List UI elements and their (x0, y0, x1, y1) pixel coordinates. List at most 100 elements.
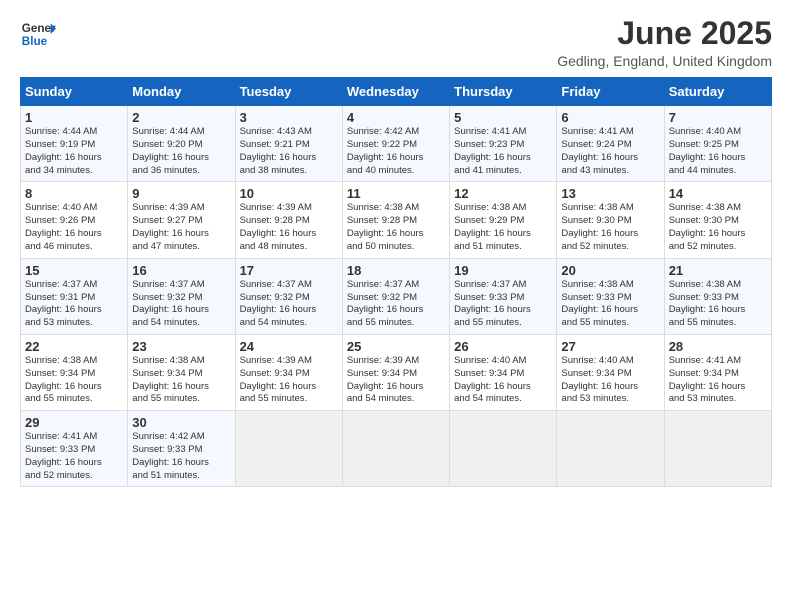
day-info: Sunrise: 4:37 AM Sunset: 9:33 PM Dayligh… (454, 279, 552, 330)
day-info: Sunrise: 4:41 AM Sunset: 9:24 PM Dayligh… (561, 126, 659, 177)
calendar-day-cell (557, 411, 664, 487)
day-number: 10 (240, 186, 338, 201)
day-number: 22 (25, 339, 123, 354)
calendar-day-cell: 10Sunrise: 4:39 AM Sunset: 9:28 PM Dayli… (235, 182, 342, 258)
calendar-day-cell: 19Sunrise: 4:37 AM Sunset: 9:33 PM Dayli… (450, 258, 557, 334)
month-title: June 2025 (557, 16, 772, 51)
title-block: June 2025 Gedling, England, United Kingd… (557, 16, 772, 69)
calendar-day-cell: 7Sunrise: 4:40 AM Sunset: 9:25 PM Daylig… (664, 106, 771, 182)
weekday-header: Thursday (450, 78, 557, 106)
calendar-day-cell: 26Sunrise: 4:40 AM Sunset: 9:34 PM Dayli… (450, 334, 557, 410)
day-number: 29 (25, 415, 123, 430)
calendar-day-cell: 9Sunrise: 4:39 AM Sunset: 9:27 PM Daylig… (128, 182, 235, 258)
weekday-header: Sunday (21, 78, 128, 106)
day-info: Sunrise: 4:38 AM Sunset: 9:28 PM Dayligh… (347, 202, 445, 253)
calendar-day-cell (235, 411, 342, 487)
day-number: 8 (25, 186, 123, 201)
page-container: General Blue June 2025 Gedling, England,… (0, 0, 792, 497)
calendar-day-cell: 27Sunrise: 4:40 AM Sunset: 9:34 PM Dayli… (557, 334, 664, 410)
calendar-day-cell: 20Sunrise: 4:38 AM Sunset: 9:33 PM Dayli… (557, 258, 664, 334)
calendar-day-cell: 16Sunrise: 4:37 AM Sunset: 9:32 PM Dayli… (128, 258, 235, 334)
calendar-day-cell: 14Sunrise: 4:38 AM Sunset: 9:30 PM Dayli… (664, 182, 771, 258)
day-info: Sunrise: 4:37 AM Sunset: 9:32 PM Dayligh… (132, 279, 230, 330)
day-number: 1 (25, 110, 123, 125)
calendar-week-row: 29Sunrise: 4:41 AM Sunset: 9:33 PM Dayli… (21, 411, 772, 487)
day-number: 30 (132, 415, 230, 430)
calendar-day-cell: 28Sunrise: 4:41 AM Sunset: 9:34 PM Dayli… (664, 334, 771, 410)
calendar-day-cell: 2Sunrise: 4:44 AM Sunset: 9:20 PM Daylig… (128, 106, 235, 182)
day-number: 16 (132, 263, 230, 278)
day-info: Sunrise: 4:39 AM Sunset: 9:34 PM Dayligh… (240, 355, 338, 406)
calendar-day-cell: 3Sunrise: 4:43 AM Sunset: 9:21 PM Daylig… (235, 106, 342, 182)
header: General Blue June 2025 Gedling, England,… (20, 16, 772, 69)
calendar-week-row: 22Sunrise: 4:38 AM Sunset: 9:34 PM Dayli… (21, 334, 772, 410)
calendar-day-cell: 17Sunrise: 4:37 AM Sunset: 9:32 PM Dayli… (235, 258, 342, 334)
day-number: 25 (347, 339, 445, 354)
calendar-week-row: 15Sunrise: 4:37 AM Sunset: 9:31 PM Dayli… (21, 258, 772, 334)
day-info: Sunrise: 4:40 AM Sunset: 9:34 PM Dayligh… (454, 355, 552, 406)
calendar-day-cell: 11Sunrise: 4:38 AM Sunset: 9:28 PM Dayli… (342, 182, 449, 258)
day-number: 14 (669, 186, 767, 201)
day-info: Sunrise: 4:44 AM Sunset: 9:20 PM Dayligh… (132, 126, 230, 177)
day-number: 19 (454, 263, 552, 278)
day-number: 20 (561, 263, 659, 278)
calendar-day-cell (342, 411, 449, 487)
calendar-day-cell: 21Sunrise: 4:38 AM Sunset: 9:33 PM Dayli… (664, 258, 771, 334)
calendar-week-row: 8Sunrise: 4:40 AM Sunset: 9:26 PM Daylig… (21, 182, 772, 258)
day-number: 7 (669, 110, 767, 125)
day-number: 6 (561, 110, 659, 125)
day-info: Sunrise: 4:41 AM Sunset: 9:23 PM Dayligh… (454, 126, 552, 177)
calendar-day-cell: 29Sunrise: 4:41 AM Sunset: 9:33 PM Dayli… (21, 411, 128, 487)
day-info: Sunrise: 4:42 AM Sunset: 9:22 PM Dayligh… (347, 126, 445, 177)
day-number: 4 (347, 110, 445, 125)
day-info: Sunrise: 4:39 AM Sunset: 9:27 PM Dayligh… (132, 202, 230, 253)
weekday-header: Wednesday (342, 78, 449, 106)
calendar-day-cell: 25Sunrise: 4:39 AM Sunset: 9:34 PM Dayli… (342, 334, 449, 410)
day-number: 2 (132, 110, 230, 125)
day-number: 17 (240, 263, 338, 278)
day-info: Sunrise: 4:38 AM Sunset: 9:30 PM Dayligh… (669, 202, 767, 253)
day-number: 23 (132, 339, 230, 354)
weekday-header: Monday (128, 78, 235, 106)
day-info: Sunrise: 4:37 AM Sunset: 9:32 PM Dayligh… (240, 279, 338, 330)
calendar-day-cell: 6Sunrise: 4:41 AM Sunset: 9:24 PM Daylig… (557, 106, 664, 182)
weekday-header: Tuesday (235, 78, 342, 106)
day-info: Sunrise: 4:40 AM Sunset: 9:26 PM Dayligh… (25, 202, 123, 253)
day-number: 18 (347, 263, 445, 278)
day-info: Sunrise: 4:38 AM Sunset: 9:29 PM Dayligh… (454, 202, 552, 253)
day-info: Sunrise: 4:41 AM Sunset: 9:33 PM Dayligh… (25, 431, 123, 482)
calendar-day-cell: 13Sunrise: 4:38 AM Sunset: 9:30 PM Dayli… (557, 182, 664, 258)
calendar-day-cell: 30Sunrise: 4:42 AM Sunset: 9:33 PM Dayli… (128, 411, 235, 487)
day-number: 26 (454, 339, 552, 354)
calendar-day-cell (450, 411, 557, 487)
calendar-table: SundayMondayTuesdayWednesdayThursdayFrid… (20, 77, 772, 487)
svg-text:Blue: Blue (22, 35, 48, 48)
calendar-day-cell: 8Sunrise: 4:40 AM Sunset: 9:26 PM Daylig… (21, 182, 128, 258)
day-info: Sunrise: 4:41 AM Sunset: 9:34 PM Dayligh… (669, 355, 767, 406)
calendar-day-cell: 12Sunrise: 4:38 AM Sunset: 9:29 PM Dayli… (450, 182, 557, 258)
day-info: Sunrise: 4:44 AM Sunset: 9:19 PM Dayligh… (25, 126, 123, 177)
calendar-day-cell: 4Sunrise: 4:42 AM Sunset: 9:22 PM Daylig… (342, 106, 449, 182)
calendar-day-cell: 1Sunrise: 4:44 AM Sunset: 9:19 PM Daylig… (21, 106, 128, 182)
day-info: Sunrise: 4:42 AM Sunset: 9:33 PM Dayligh… (132, 431, 230, 482)
day-number: 24 (240, 339, 338, 354)
day-info: Sunrise: 4:40 AM Sunset: 9:25 PM Dayligh… (669, 126, 767, 177)
day-info: Sunrise: 4:38 AM Sunset: 9:34 PM Dayligh… (25, 355, 123, 406)
day-number: 27 (561, 339, 659, 354)
day-number: 3 (240, 110, 338, 125)
logo-icon: General Blue (20, 16, 56, 52)
day-info: Sunrise: 4:37 AM Sunset: 9:32 PM Dayligh… (347, 279, 445, 330)
day-info: Sunrise: 4:38 AM Sunset: 9:33 PM Dayligh… (561, 279, 659, 330)
day-number: 15 (25, 263, 123, 278)
calendar-day-cell: 23Sunrise: 4:38 AM Sunset: 9:34 PM Dayli… (128, 334, 235, 410)
weekday-header: Friday (557, 78, 664, 106)
calendar-day-cell: 15Sunrise: 4:37 AM Sunset: 9:31 PM Dayli… (21, 258, 128, 334)
logo: General Blue (20, 16, 56, 52)
day-info: Sunrise: 4:38 AM Sunset: 9:33 PM Dayligh… (669, 279, 767, 330)
day-number: 5 (454, 110, 552, 125)
day-info: Sunrise: 4:38 AM Sunset: 9:30 PM Dayligh… (561, 202, 659, 253)
weekday-header: Saturday (664, 78, 771, 106)
calendar-day-cell: 18Sunrise: 4:37 AM Sunset: 9:32 PM Dayli… (342, 258, 449, 334)
day-info: Sunrise: 4:43 AM Sunset: 9:21 PM Dayligh… (240, 126, 338, 177)
location-subtitle: Gedling, England, United Kingdom (557, 53, 772, 69)
